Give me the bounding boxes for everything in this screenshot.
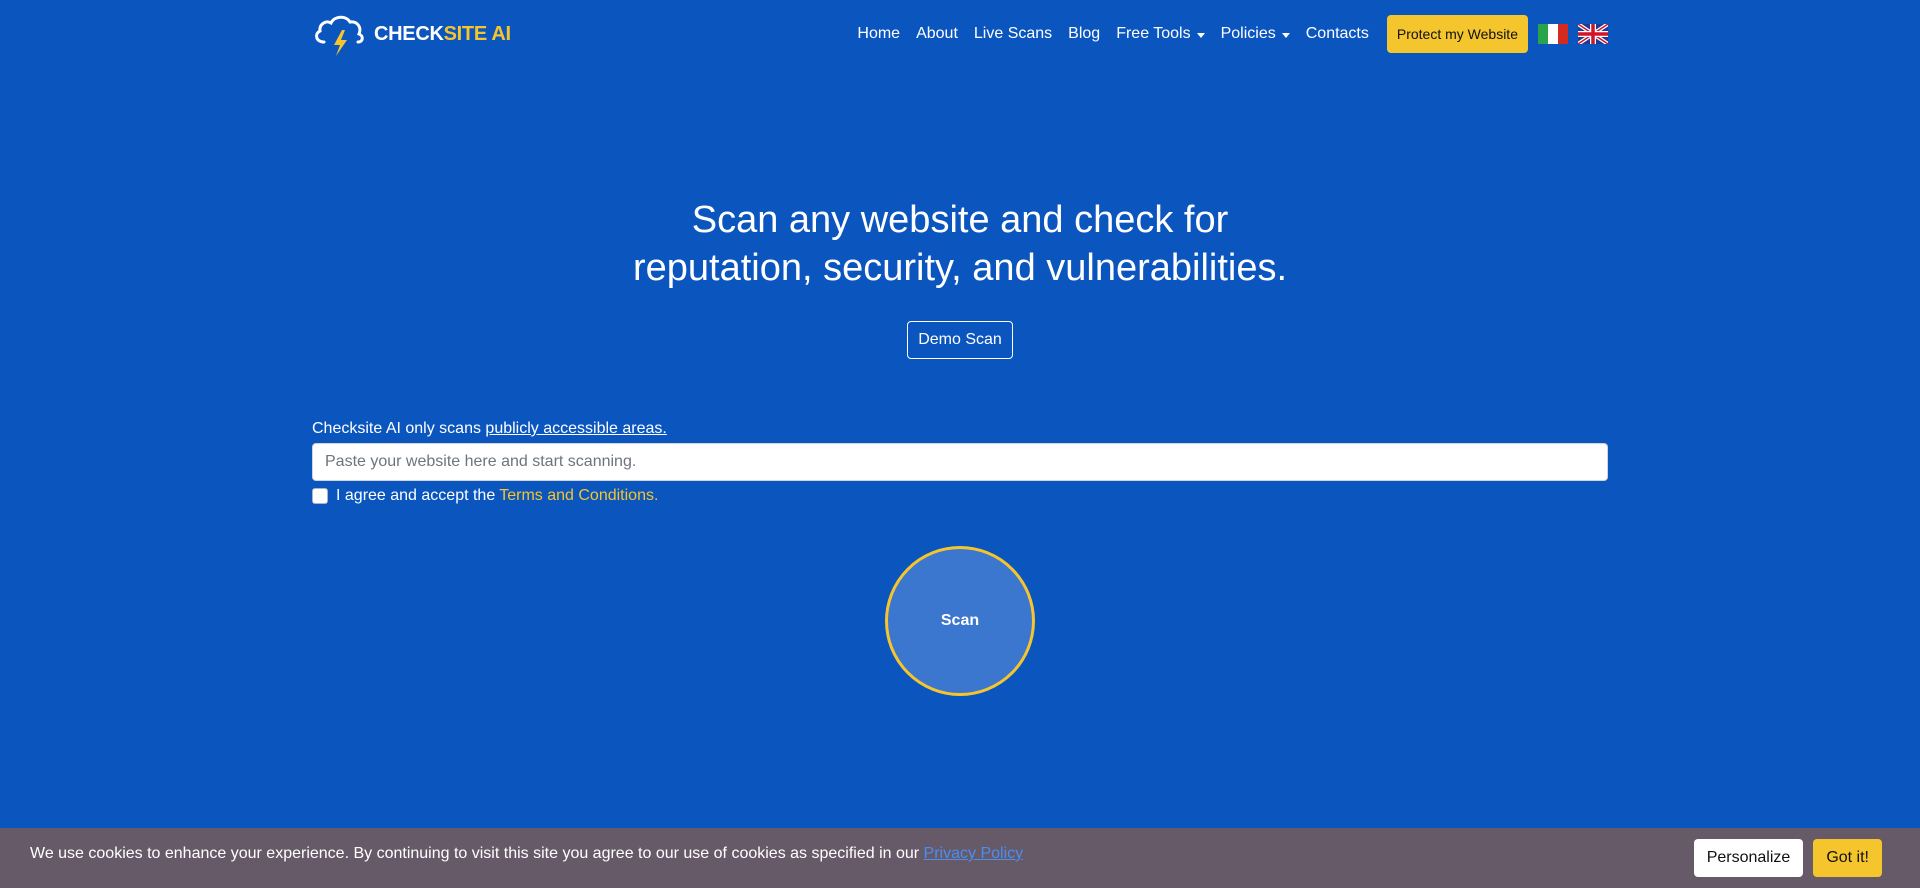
caret-down-icon [1281, 32, 1290, 38]
hero-title-line2: reputation, security, and vulnerabilitie… [632, 247, 1288, 289]
terms-agree-label: I agree and accept the [336, 487, 496, 504]
navbar: CHECKSITE AI Home About Live Scans Blog … [312, 0, 1608, 68]
main-nav: Home About Live Scans Blog Free Tools Po… [849, 14, 1608, 54]
nav-home[interactable]: Home [849, 14, 908, 54]
brand-name-part2: SITE AI [443, 22, 511, 45]
scan-button[interactable]: Scan [885, 546, 1035, 696]
publicly-accessible-link[interactable]: publicly accessible areas. [485, 420, 666, 437]
caret-down-icon [1196, 32, 1205, 38]
nav-live-scans[interactable]: Live Scans [966, 14, 1060, 54]
nav-free-tools-label: Free Tools [1116, 25, 1191, 42]
uk-flag-icon[interactable] [1578, 24, 1608, 44]
italy-flag-icon[interactable] [1538, 24, 1568, 44]
brand-logo[interactable]: CHECKSITE AI [312, 12, 511, 56]
terms-checkbox[interactable] [312, 488, 328, 504]
got-it-button[interactable]: Got it! [1813, 839, 1882, 877]
brand-name: CHECKSITE AI [374, 23, 511, 46]
terms-link[interactable]: Terms and Conditions. [499, 487, 658, 505]
website-url-input[interactable] [312, 443, 1608, 481]
brand-name-part1: CHECK [374, 22, 444, 45]
cookie-banner: We use cookies to enhance your experienc… [0, 828, 1920, 888]
protect-website-button[interactable]: Protect my Website [1386, 15, 1528, 53]
nav-policies[interactable]: Policies [1213, 14, 1298, 54]
nav-policies-label: Policies [1220, 25, 1276, 42]
hero-title: Scan any website and check for reputatio… [0, 196, 1920, 292]
scan-note-text: Checksite AI only scans [312, 420, 486, 437]
nav-about[interactable]: About [908, 14, 966, 54]
nav-blog[interactable]: Blog [1060, 14, 1108, 54]
cookie-message: We use cookies to enhance your experienc… [30, 845, 1684, 863]
hero-title-line1: Scan any website and check for [691, 199, 1229, 241]
terms-agreement: I agree and accept the Terms and Conditi… [312, 487, 658, 505]
demo-scan-button[interactable]: Demo Scan [907, 321, 1013, 359]
cookie-message-text: We use cookies to enhance your experienc… [30, 845, 924, 862]
cloud-lightning-icon [315, 15, 364, 56]
scan-note: Checksite AI only scans publicly accessi… [312, 420, 667, 438]
nav-contacts[interactable]: Contacts [1298, 14, 1377, 54]
nav-free-tools[interactable]: Free Tools [1108, 14, 1212, 54]
personalize-button[interactable]: Personalize [1693, 839, 1804, 877]
privacy-policy-link[interactable]: Privacy Policy [924, 845, 1024, 862]
